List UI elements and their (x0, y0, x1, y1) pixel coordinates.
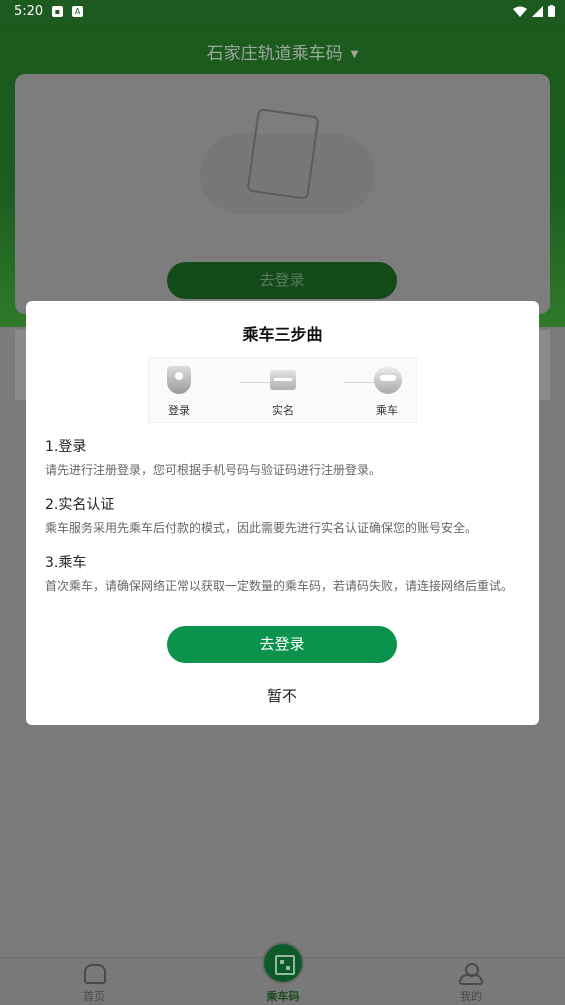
section-ride-body: 首次乘车，请确保网络正常以获取一定数量的乘车码，若请码失败，请连接网络后重试。 (45, 579, 514, 593)
section-realname-body: 乘车服务采用先乘车后付款的模式，因此需要先进行实名认证确保您的账号安全。 (45, 521, 478, 535)
login-button[interactable]: 去登录 (167, 626, 397, 663)
battery-icon (548, 5, 555, 17)
signal-icon (532, 5, 543, 17)
not-now-button[interactable]: 暂不 (232, 681, 332, 711)
gallery-icon: ▪ (52, 6, 63, 17)
train-icon (374, 366, 402, 394)
bg-card-edge-right (538, 330, 550, 400)
nav-me-label: 我的 (460, 990, 482, 1003)
nav-home-label: 首页 (83, 990, 105, 1003)
screen: 5:20 ▪ A 石家庄轨道乘车码 ▼ 去登录 首页 乘车码 我的 乘车三步曲 … (0, 0, 565, 1005)
home-icon (84, 964, 106, 984)
steps-dialog: 乘车三步曲 登录 实名 乘车 1.登录 请先进行注册登录，您可根据手机号码与验证… (26, 301, 539, 725)
status-bar: 5:20 ▪ A (0, 0, 565, 24)
step-connector (343, 382, 377, 383)
status-time: 5:20 (14, 4, 44, 19)
section-login-body: 请先进行注册登录，您可根据手机号码与验证码进行注册登录。 (45, 463, 382, 477)
card-login-button[interactable]: 去登录 (167, 262, 397, 299)
app-a-icon: A (72, 6, 83, 17)
dropdown-caret-icon: ▼ (350, 49, 359, 60)
status-icons (513, 5, 555, 17)
city-title: 石家庄轨道乘车码 (206, 44, 343, 64)
dialog-title: 乘车三步曲 (242, 325, 323, 344)
wifi-icon (513, 6, 527, 17)
section-login-heading: 1.登录 (45, 439, 87, 455)
section-realname-heading: 2.实名认证 (45, 497, 115, 513)
id-card-icon (270, 370, 296, 390)
step-label: 实名 (272, 404, 294, 417)
nav-code-label: 乘车码 (266, 990, 300, 1003)
phone-illustration-icon (246, 108, 320, 200)
qr-card: 去登录 (15, 74, 550, 314)
step-label: 登录 (168, 404, 190, 417)
step-label: 乘车 (376, 404, 398, 417)
city-selector[interactable]: 石家庄轨道乘车码 ▼ (0, 39, 565, 64)
section-ride-heading: 3.乘车 (45, 555, 87, 571)
bottom-nav: 首页 乘车码 我的 (0, 942, 565, 1005)
step-connector (239, 382, 273, 383)
steps-diagram: 登录 实名 乘车 (148, 357, 417, 423)
qr-code-icon (262, 942, 304, 984)
shield-user-icon (167, 366, 191, 394)
user-body-icon (459, 974, 483, 985)
